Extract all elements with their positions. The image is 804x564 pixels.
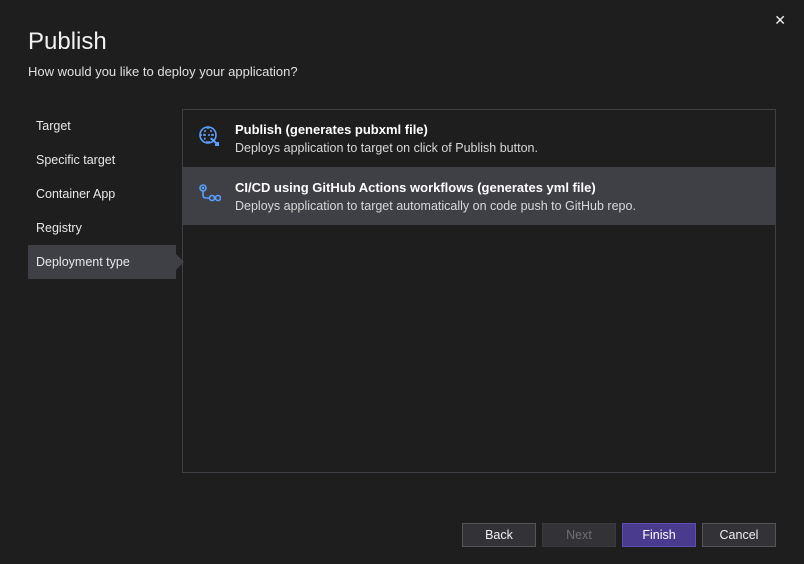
- option-publish-pubxml[interactable]: Publish (generates pubxml file) Deploys …: [183, 110, 775, 168]
- dialog-footer: Back Next Finish Cancel: [0, 506, 804, 564]
- finish-button[interactable]: Finish: [622, 523, 696, 547]
- option-text: CI/CD using GitHub Actions workflows (ge…: [235, 180, 761, 213]
- step-container-app[interactable]: Container App: [28, 177, 176, 211]
- option-title: CI/CD using GitHub Actions workflows (ge…: [235, 180, 761, 195]
- options-panel: Publish (generates pubxml file) Deploys …: [182, 109, 776, 473]
- page-subtitle: How would you like to deploy your applic…: [28, 64, 776, 79]
- cancel-button[interactable]: Cancel: [702, 523, 776, 547]
- option-title: Publish (generates pubxml file): [235, 122, 761, 137]
- option-desc: Deploys application to target automatica…: [235, 199, 761, 213]
- back-button[interactable]: Back: [462, 523, 536, 547]
- next-button: Next: [542, 523, 616, 547]
- option-cicd-github-actions[interactable]: CI/CD using GitHub Actions workflows (ge…: [183, 168, 775, 225]
- globe-publish-icon: [197, 124, 221, 148]
- option-text: Publish (generates pubxml file) Deploys …: [235, 122, 761, 155]
- step-deployment-type[interactable]: Deployment type: [28, 245, 176, 279]
- step-registry[interactable]: Registry: [28, 211, 176, 245]
- step-target[interactable]: Target: [28, 109, 176, 143]
- dialog-header: Publish How would you like to deploy you…: [0, 0, 804, 91]
- wizard-steps-sidebar: Target Specific target Container App Reg…: [28, 109, 176, 473]
- option-desc: Deploys application to target on click o…: [235, 141, 761, 155]
- page-title: Publish: [28, 28, 776, 56]
- dialog-content: Target Specific target Container App Reg…: [0, 91, 804, 473]
- cicd-workflow-icon: [197, 182, 221, 206]
- step-specific-target[interactable]: Specific target: [28, 143, 176, 177]
- close-button[interactable]: ✕: [766, 8, 794, 33]
